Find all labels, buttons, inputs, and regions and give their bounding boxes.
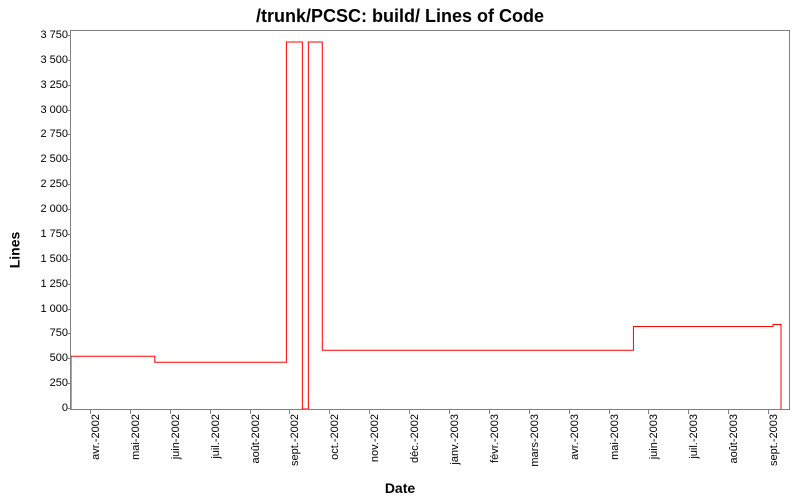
x-tick-label: juil.-2003 — [688, 414, 700, 459]
x-tick-label: mai-2002 — [130, 414, 142, 460]
y-tick-label: 0 — [8, 402, 68, 414]
y-tick-label: 750 — [8, 327, 68, 339]
x-tick-label: avr.-2003 — [569, 414, 581, 460]
y-tick-label: 250 — [8, 377, 68, 389]
y-tick-label: 1 500 — [8, 253, 68, 265]
x-tick-label: août-2003 — [728, 414, 740, 464]
x-tick-label: janv.-2003 — [449, 414, 461, 465]
x-tick-label: avr.-2002 — [90, 414, 102, 460]
plot-area — [70, 30, 790, 410]
y-tick-label: 3 000 — [8, 104, 68, 116]
x-tick-label: août-2002 — [250, 414, 262, 464]
x-tick-label: sept.-2002 — [289, 414, 301, 466]
x-tick-label: nov.-2002 — [369, 414, 381, 462]
x-tick-label: févr.-2003 — [489, 414, 501, 463]
y-axis-label: Lines — [4, 0, 24, 500]
y-tick-label: 3 250 — [8, 79, 68, 91]
x-tick-label: déc.-2002 — [409, 414, 421, 463]
x-tick-label: mai-2003 — [609, 414, 621, 460]
y-tick-label: 500 — [8, 352, 68, 364]
x-tick-label: mars-2003 — [529, 414, 541, 467]
chart-title: /trunk/PCSC: build/ Lines of Code — [0, 6, 800, 27]
y-tick-label: 1 750 — [8, 228, 68, 240]
x-tick-label: juil.-2002 — [210, 414, 222, 459]
x-tick-label: juin-2003 — [648, 414, 660, 459]
line-series — [71, 31, 789, 409]
y-tick-label: 2 500 — [8, 153, 68, 165]
x-tick-label: oct.-2002 — [329, 414, 341, 460]
y-tick-label: 1 250 — [8, 278, 68, 290]
y-tick-label: 2 750 — [8, 128, 68, 140]
y-tick-label: 3 750 — [8, 29, 68, 41]
x-tick-label: juin-2002 — [170, 414, 182, 459]
y-tick-label: 3 500 — [8, 54, 68, 66]
y-tick-label: 2 000 — [8, 203, 68, 215]
x-tick-label: sept.-2003 — [768, 414, 780, 466]
x-axis-label: Date — [0, 480, 800, 496]
chart-container: /trunk/PCSC: build/ Lines of Code Lines … — [0, 0, 800, 500]
y-tick-label: 2 250 — [8, 178, 68, 190]
y-tick-label: 1 000 — [8, 303, 68, 315]
